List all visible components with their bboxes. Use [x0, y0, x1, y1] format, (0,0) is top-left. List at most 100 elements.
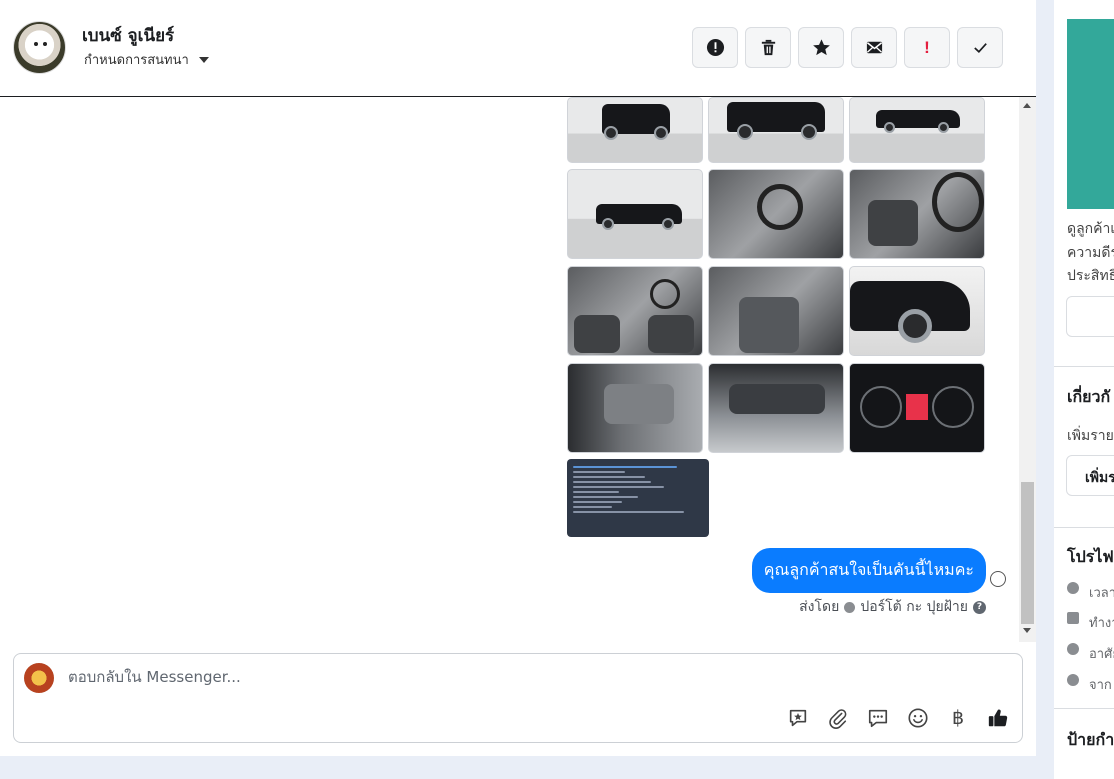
profile-from: จาก	[1089, 678, 1112, 693]
composer-tools: ฿	[786, 706, 1010, 730]
panel-divider	[1054, 527, 1114, 528]
reply-composer: ฿	[13, 653, 1023, 743]
mark-unread-button[interactable]	[851, 27, 897, 68]
location-pin-icon	[1067, 674, 1079, 686]
avatar-face	[28, 32, 53, 59]
image-attachment[interactable]	[849, 97, 985, 163]
panel-description-line: ความดีร	[1067, 245, 1114, 261]
doc-line	[573, 466, 677, 468]
image-attachment[interactable]	[708, 363, 844, 453]
steering-wheel-shape	[757, 184, 803, 230]
seat-shape	[648, 315, 694, 353]
alert-circle-icon	[706, 38, 724, 57]
seat-shape	[739, 297, 799, 353]
car-wheel	[898, 309, 932, 343]
contact-avatar[interactable]	[13, 21, 66, 74]
car-wheel	[884, 122, 895, 133]
assign-conversation-dropdown[interactable]: กำหนดการสนทนา	[84, 49, 209, 70]
clock-icon	[1067, 582, 1079, 594]
panel-divider	[1054, 366, 1114, 367]
image-attachment[interactable]	[849, 169, 985, 259]
document-image-attachment[interactable]	[567, 459, 709, 537]
scroll-down-arrow-icon[interactable]	[1023, 628, 1031, 633]
doc-line	[573, 481, 651, 483]
image-attachment[interactable]	[567, 266, 703, 356]
attach-file-button[interactable]	[826, 706, 850, 730]
car-wheel	[662, 218, 674, 230]
emoji-button[interactable]	[906, 706, 930, 730]
image-attachment[interactable]	[708, 266, 844, 356]
about-add-text: เพิ่มราย	[1067, 428, 1114, 444]
seen-avatar	[990, 571, 1006, 587]
chat-bubble-icon	[868, 709, 888, 728]
doc-line	[573, 511, 684, 513]
help-icon[interactable]: ?	[973, 600, 986, 614]
delete-button[interactable]	[745, 27, 791, 68]
door-panel-shape	[604, 384, 674, 424]
panel-action-button[interactable]	[1066, 296, 1114, 337]
message-thread: คุณลูกค้าสนใจเป็นคันนี้ไหมคะ ส่งโดย ปอร์…	[0, 97, 1036, 645]
tags-heading: ป้ายกำ	[1067, 730, 1114, 749]
saved-reply-button[interactable]	[786, 706, 810, 730]
image-attachment[interactable]	[567, 363, 703, 453]
location-pin-icon	[1067, 643, 1079, 655]
trash-icon	[761, 39, 775, 56]
seat-shape	[868, 200, 918, 246]
doc-line	[573, 501, 623, 503]
contact-name[interactable]: เบนซ์ จูเนียร์	[82, 22, 174, 49]
quick-reply-button[interactable]	[866, 706, 890, 730]
panel-divider	[1054, 708, 1114, 709]
scroll-up-arrow-icon[interactable]	[1023, 103, 1031, 108]
panel-description-line: ดูลูกค้าเ	[1067, 221, 1114, 237]
profile-local-time: เวลา	[1089, 586, 1114, 601]
outgoing-message-bubble[interactable]: คุณลูกค้าสนใจเป็นคันนี้ไหมคะ	[751, 548, 986, 593]
emoji-icon	[908, 708, 928, 728]
display-shape	[906, 394, 928, 420]
image-attachment[interactable]	[567, 97, 703, 163]
gauge-shape	[932, 386, 974, 428]
mark-important-button[interactable]: !	[904, 27, 950, 68]
reply-input[interactable]	[68, 668, 768, 686]
star-icon	[812, 39, 830, 56]
promo-banner[interactable]	[1067, 19, 1114, 209]
car-wheel	[938, 122, 949, 133]
doc-line	[573, 471, 625, 473]
doc-line	[573, 486, 664, 488]
payment-button[interactable]: ฿	[946, 706, 970, 730]
important-icon: !	[924, 37, 930, 57]
image-attachment[interactable]	[567, 169, 703, 259]
caret-down-icon	[198, 56, 209, 63]
gauge-shape	[860, 386, 902, 428]
attachment-icon	[829, 709, 847, 729]
mark-spam-button[interactable]	[692, 27, 738, 68]
doc-line	[573, 476, 645, 478]
conversation-header: เบนซ์ จูเนียร์ กำหนดการสนทนา !	[0, 0, 1036, 97]
star-button[interactable]	[798, 27, 844, 68]
about-heading: เกี่ยวกั	[1067, 387, 1111, 406]
scrollbar-thumb[interactable]	[1021, 482, 1034, 624]
engine-shape	[729, 384, 825, 414]
like-button[interactable]	[986, 706, 1010, 730]
about-add-button[interactable]: เพิ่มร	[1066, 455, 1114, 496]
image-attachment[interactable]	[849, 363, 985, 453]
image-attachment[interactable]	[708, 97, 844, 163]
sent-by-label: ส่งโดย	[799, 599, 840, 615]
avatar-eye	[34, 42, 38, 46]
chat-pane: เบนซ์ จูเนียร์ กำหนดการสนทนา ! คุณลูกค้า…	[0, 0, 1036, 756]
envelope-icon	[866, 41, 882, 54]
customer-info-panel: ดูลูกค้าเ ความดีร ประสิทธิ เกี่ยวกั เพิ่…	[1054, 0, 1114, 779]
doc-line	[573, 506, 612, 508]
about-add-button-label: เพิ่มร	[1085, 470, 1114, 486]
mark-done-button[interactable]	[957, 27, 1003, 68]
car-wheel	[801, 124, 817, 140]
like-icon	[988, 709, 1008, 727]
sent-by-name: ปอร์โต้ กะ ปุยฝ้าย	[860, 599, 968, 615]
profile-heading: โปรไฟ	[1067, 547, 1114, 566]
briefcase-icon	[1067, 612, 1079, 624]
image-attachment[interactable]	[849, 266, 985, 356]
image-attachment[interactable]	[708, 169, 844, 259]
car-wheel	[654, 126, 668, 140]
seat-shape	[574, 315, 620, 353]
saved-reply-icon	[789, 709, 807, 727]
check-icon	[973, 43, 987, 53]
